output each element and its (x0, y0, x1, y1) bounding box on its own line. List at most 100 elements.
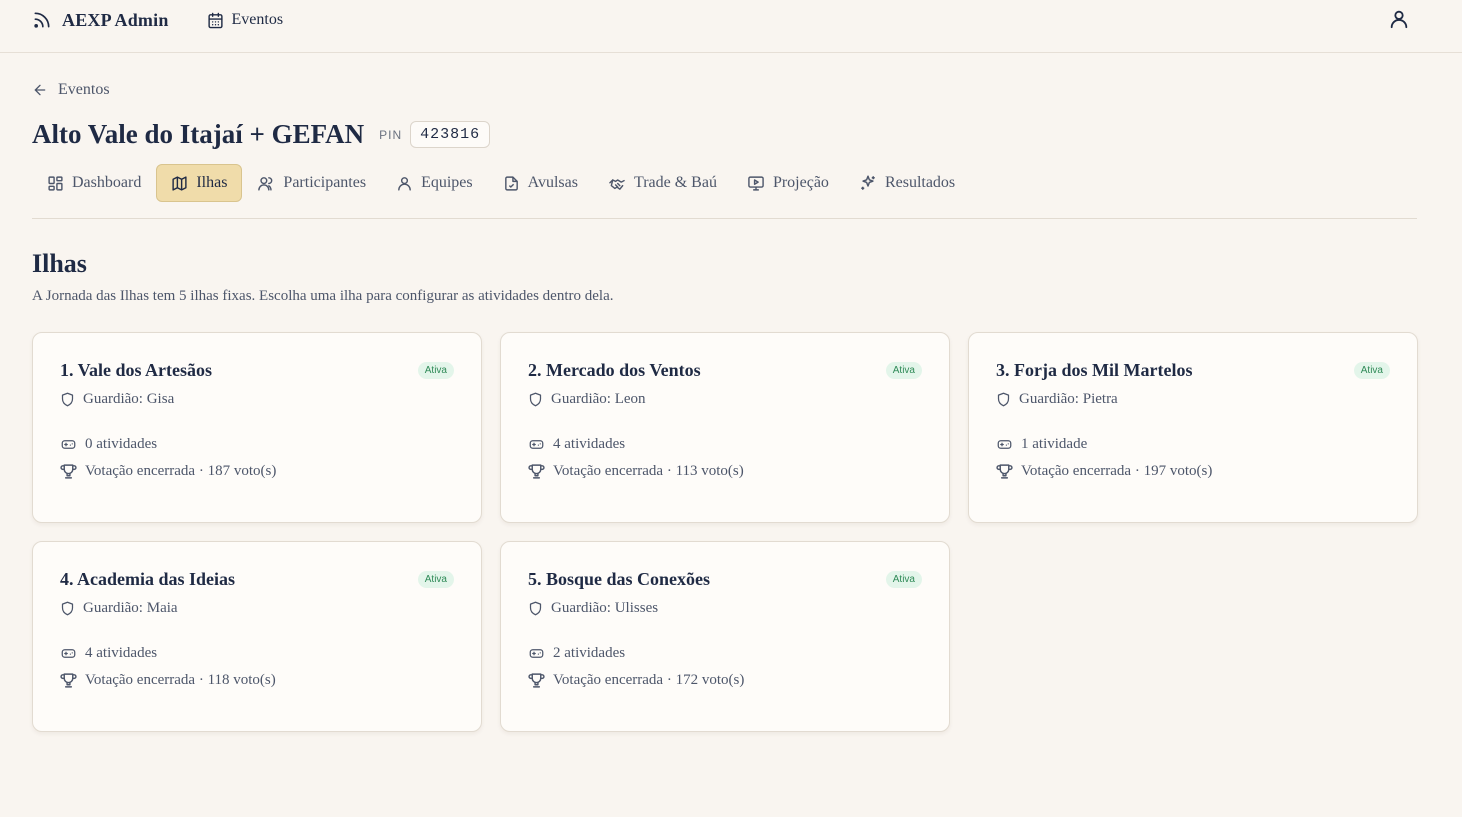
sparkles-icon (859, 174, 877, 192)
gamepad-icon (528, 646, 545, 661)
votes-row: Votação encerrada · 118 voto(s) (60, 672, 454, 689)
tab-ilhas[interactable]: Ilhas (156, 164, 243, 202)
tab-resultados[interactable]: Resultados (844, 164, 970, 202)
guardian-label: Guardião: Leon (551, 391, 646, 407)
trophy-icon (528, 672, 545, 689)
status-badge: Ativa (885, 571, 922, 588)
event-title: Alto Vale do Itajaí + GEFAN (32, 119, 365, 149)
islands-grid: 1. Vale dos Artesãos Ativa Guardião: Gis… (32, 332, 1418, 732)
tab-label: Resultados (884, 174, 956, 191)
tab-label: Participantes (283, 174, 367, 191)
rss-icon (32, 10, 52, 30)
pin-value: 423816 (410, 121, 491, 148)
brand[interactable]: AEXP Admin (32, 10, 169, 31)
guardian-row: Guardião: Leon (528, 391, 922, 408)
brand-name: AEXP Admin (62, 9, 169, 30)
nav-eventos-label: Eventos (231, 11, 284, 28)
trophy-icon (528, 463, 545, 480)
pin-label: PIN (379, 127, 403, 142)
back-link-label: Eventos (58, 81, 110, 98)
shield-icon (528, 392, 543, 407)
tab-label: Ilhas (196, 174, 228, 191)
activities-count: 2 atividades (553, 645, 626, 661)
guardian-label: Guardião: Maia (83, 600, 178, 616)
activities-count: 4 atividades (553, 436, 626, 452)
handshake-icon (608, 175, 626, 192)
activities-row: 0 atividades (60, 436, 454, 453)
activities-row: 2 atividades (528, 645, 922, 662)
votes-row: Votação encerrada · 172 voto(s) (528, 672, 922, 689)
guardian-row: Guardião: Pietra (996, 391, 1390, 408)
shield-icon (996, 392, 1011, 407)
island-card[interactable]: 1. Vale dos Artesãos Ativa Guardião: Gis… (32, 332, 482, 523)
user-icon (1388, 8, 1410, 30)
status-badge: Ativa (417, 362, 454, 379)
status-badge: Ativa (885, 362, 922, 379)
island-title: 5. Bosque das Conexões (528, 569, 711, 589)
votes-row: Votação encerrada · 187 voto(s) (60, 463, 454, 480)
guardian-row: Guardião: Maia (60, 600, 454, 617)
arrow-left-icon (32, 82, 48, 98)
gamepad-icon (528, 437, 545, 452)
section-title: Ilhas (32, 249, 87, 278)
map-icon (171, 175, 188, 192)
island-title: 4. Academia das Ideias (60, 569, 236, 589)
tab-equipes[interactable]: Equipes (381, 164, 488, 202)
tab-projecao[interactable]: Projeção (732, 164, 844, 202)
trophy-icon (60, 463, 77, 480)
island-title: 1. Vale dos Artesãos (60, 360, 213, 380)
island-title: 3. Forja dos Mil Martelos (996, 360, 1193, 380)
calendar-icon (207, 12, 224, 29)
tab-label: Projeção (772, 174, 829, 191)
shield-icon (528, 601, 543, 616)
island-card[interactable]: 3. Forja dos Mil Martelos Ativa Guardião… (968, 332, 1418, 523)
user-icon (396, 175, 413, 192)
activities-row: 1 atividade (996, 436, 1390, 453)
top-bar: AEXP Admin Eventos (0, 0, 1462, 53)
guardian-row: Guardião: Ulisses (528, 600, 922, 617)
users-icon (257, 175, 275, 192)
votes-label: Votação encerrada · 113 voto(s) (553, 463, 744, 479)
projector-icon (747, 175, 765, 192)
main-content: Eventos Alto Vale do Itajaí + GEFAN PIN … (0, 81, 1462, 732)
tab-avulsas[interactable]: Avulsas (488, 164, 593, 202)
votes-label: Votação encerrada · 197 voto(s) (1021, 463, 1213, 479)
gamepad-icon (60, 646, 77, 661)
tab-dashboard[interactable]: Dashboard (32, 164, 156, 202)
status-badge: Ativa (417, 571, 454, 588)
activities-row: 4 atividades (528, 436, 922, 453)
votes-label: Votação encerrada · 118 voto(s) (85, 672, 276, 688)
nav-eventos[interactable]: Eventos (207, 11, 284, 29)
user-menu-button[interactable] (1388, 8, 1410, 30)
guardian-label: Guardião: Gisa (83, 391, 175, 407)
activities-row: 4 atividades (60, 645, 454, 662)
trophy-icon (996, 463, 1013, 480)
guardian-label: Guardião: Ulisses (551, 600, 659, 616)
back-link[interactable]: Eventos (32, 81, 110, 99)
tab-label: Avulsas (527, 174, 578, 191)
event-tabs: Dashboard Ilhas Participantes Equipes Av… (32, 164, 1417, 219)
status-badge: Ativa (1353, 362, 1390, 379)
tab-label: Equipes (421, 174, 473, 191)
votes-label: Votação encerrada · 187 voto(s) (85, 463, 277, 479)
shield-icon (60, 601, 75, 616)
activities-count: 1 atividade (1021, 436, 1088, 452)
island-card[interactable]: 4. Academia das Ideias Ativa Guardião: M… (32, 541, 482, 732)
island-title: 2. Mercado dos Ventos (528, 360, 701, 380)
votes-label: Votação encerrada · 172 voto(s) (553, 672, 745, 688)
shield-icon (60, 392, 75, 407)
trophy-icon (60, 672, 77, 689)
activities-count: 4 atividades (85, 645, 158, 661)
dashboard-icon (47, 175, 64, 192)
event-header: Alto Vale do Itajaí + GEFAN PIN 423816 (32, 119, 1417, 150)
tab-participantes[interactable]: Participantes (242, 164, 381, 202)
guardian-row: Guardião: Gisa (60, 391, 454, 408)
island-card[interactable]: 5. Bosque das Conexões Ativa Guardião: U… (500, 541, 950, 732)
tab-trade-bau[interactable]: Trade & Baú (593, 164, 732, 202)
activities-count: 0 atividades (85, 436, 158, 452)
gamepad-icon (60, 437, 77, 452)
votes-row: Votação encerrada · 113 voto(s) (528, 463, 922, 480)
gamepad-icon (996, 437, 1013, 452)
file-icon (503, 175, 520, 192)
island-card[interactable]: 2. Mercado dos Ventos Ativa Guardião: Le… (500, 332, 950, 523)
